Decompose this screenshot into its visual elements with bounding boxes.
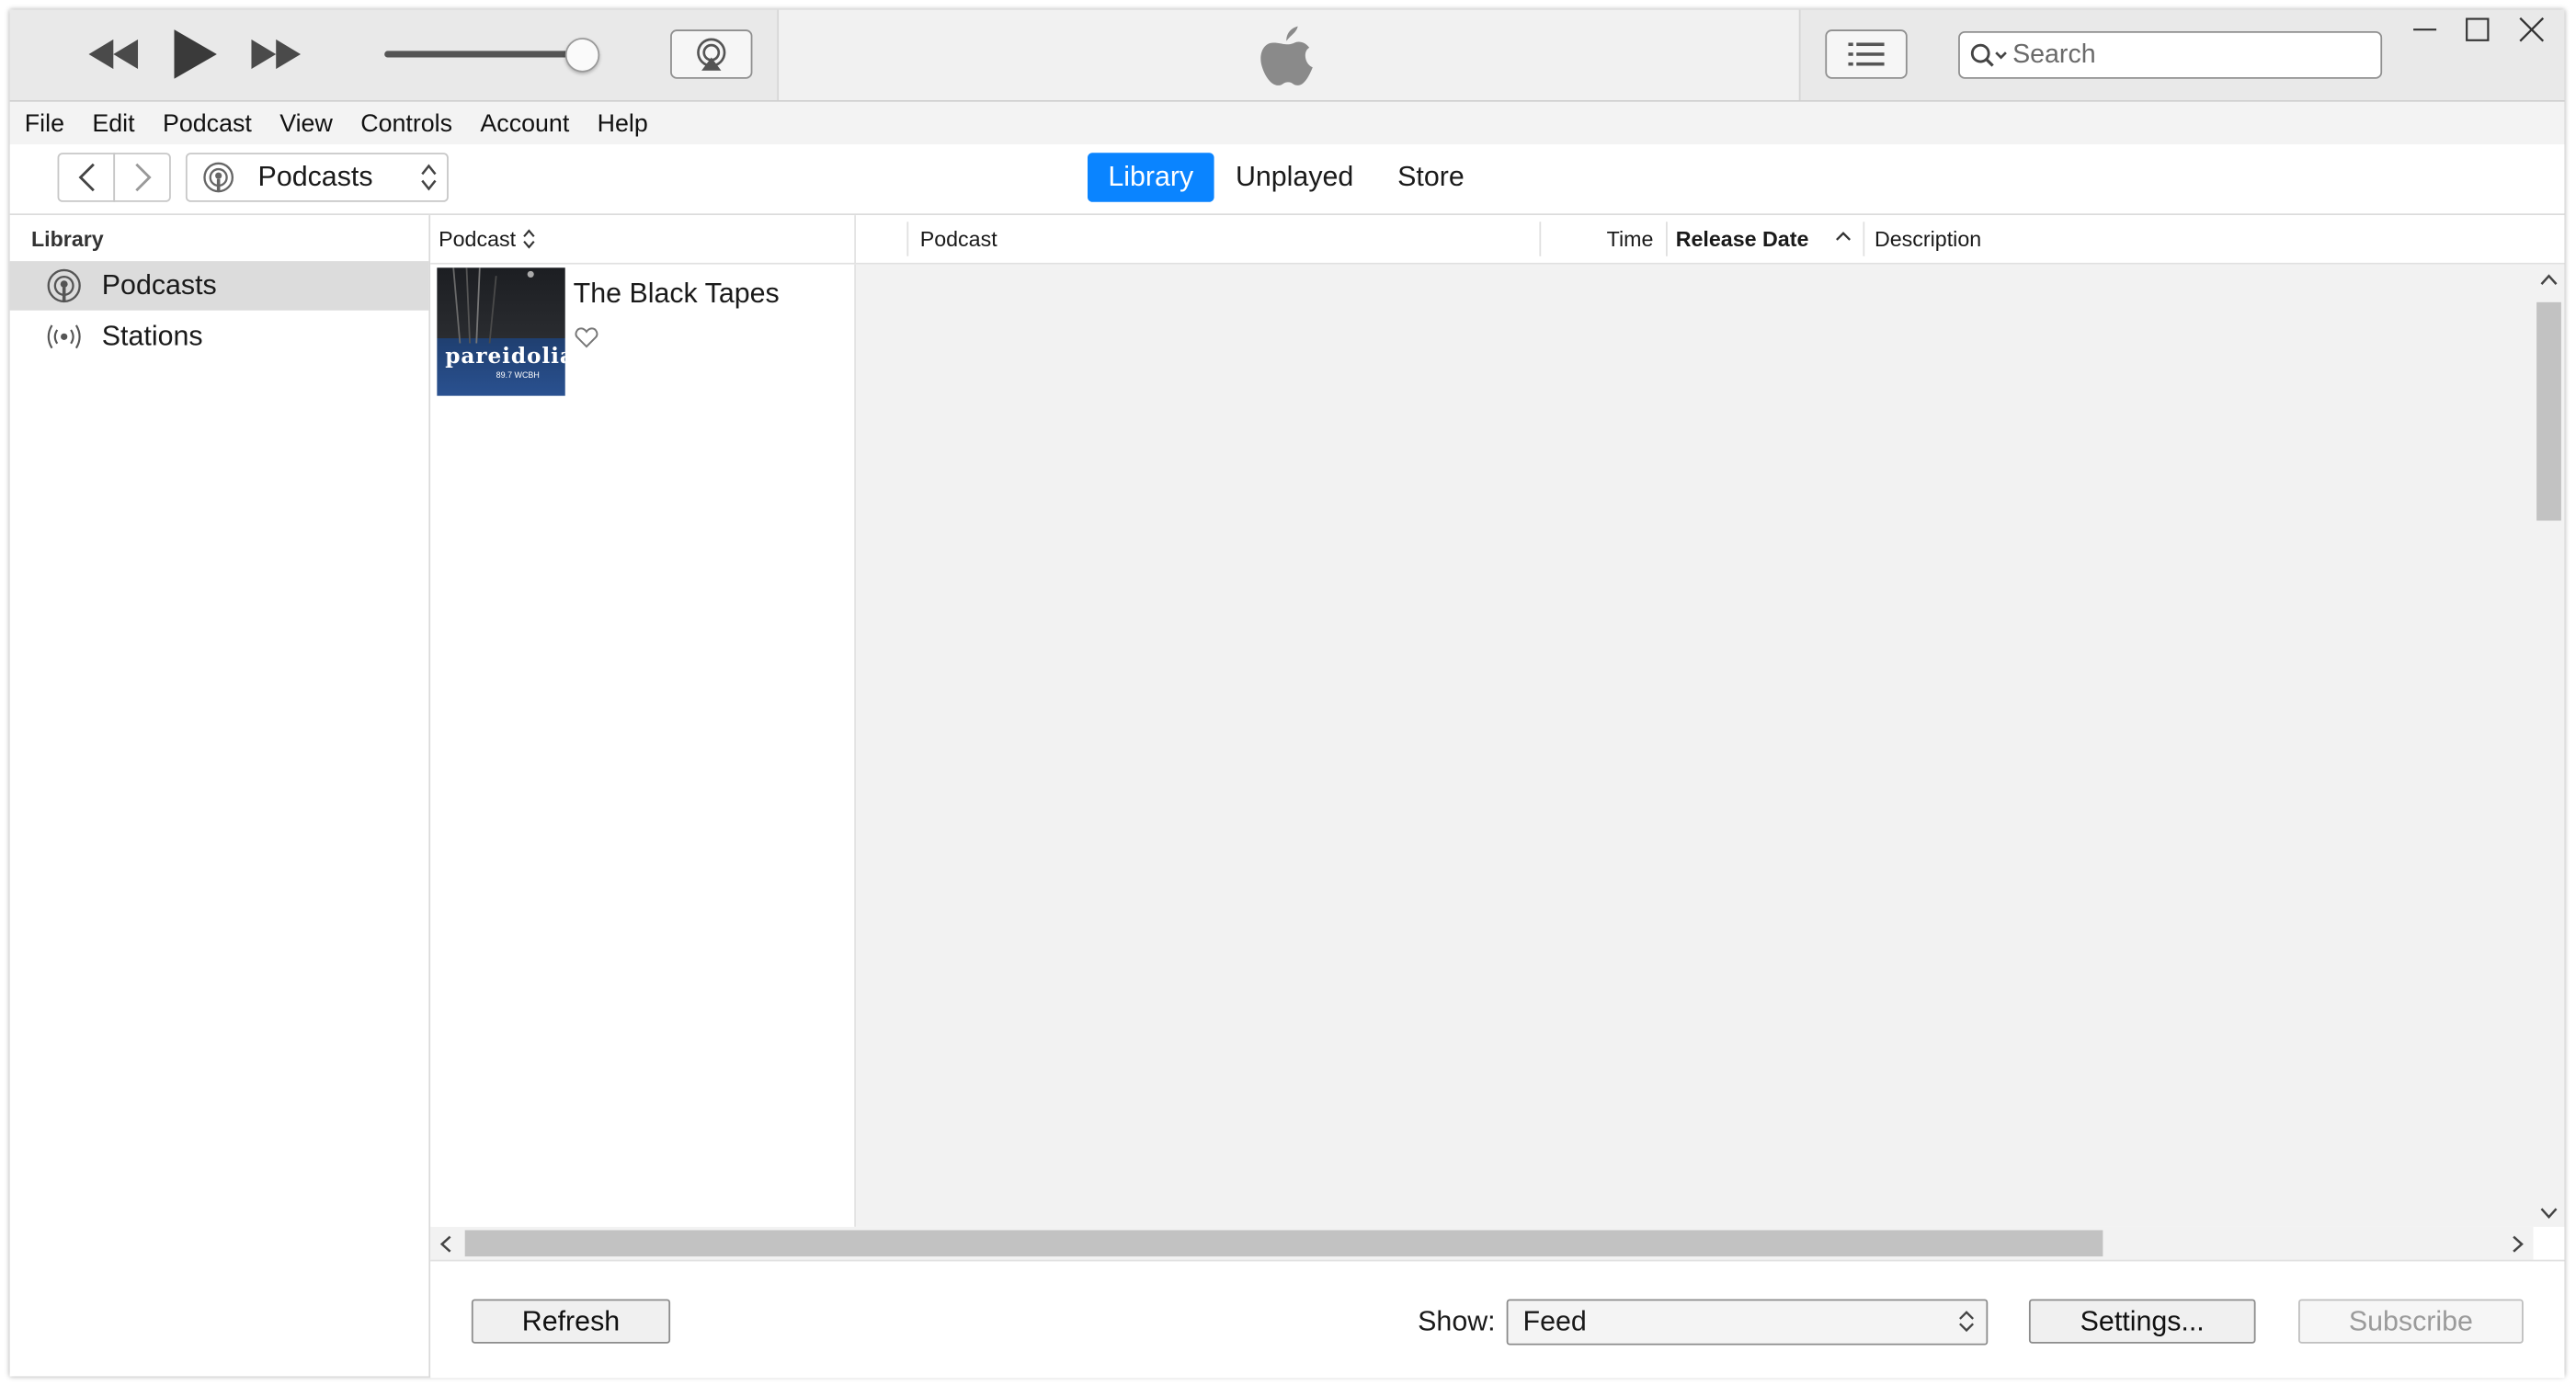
scroll-right-icon[interactable] (2512, 1235, 2525, 1254)
scroll-up-icon[interactable] (2540, 273, 2559, 286)
show-label: Show: (1418, 1305, 1496, 1337)
settings-button[interactable]: Settings... (2028, 1299, 2256, 1344)
column-description[interactable]: Description (1875, 227, 1981, 252)
podcast-artwork: pareidolia 89.7 WCBH (437, 267, 565, 396)
menu-bar: File Edit Podcast View Controls Account … (9, 101, 2565, 145)
menu-edit[interactable]: Edit (92, 109, 134, 137)
up-next-button[interactable] (1825, 29, 1908, 79)
tab-library-label: Library (1108, 161, 1194, 193)
close-icon (2519, 17, 2545, 42)
column-status[interactable] (856, 222, 909, 256)
show-select-value: Feed (1522, 1305, 1587, 1337)
select-updown-icon (1959, 1311, 1974, 1333)
play-button[interactable] (171, 27, 221, 83)
sort-ascending-icon (1836, 232, 1851, 241)
minimize-icon (2413, 28, 2437, 31)
refresh-button[interactable]: Refresh (471, 1299, 671, 1344)
horizontal-scrollbar[interactable] (430, 1226, 2534, 1260)
bottom-toolbar: Refresh Show: Feed Settings... Subscribe (430, 1259, 2565, 1379)
tab-unplayed-label: Unplayed (1235, 161, 1354, 193)
navigation-bar: Podcasts Library Unplayed Store (9, 144, 2565, 216)
search-field[interactable] (1958, 30, 2383, 79)
forward-button[interactable] (113, 153, 171, 202)
artwork-subtitle: 89.7 WCBH (496, 370, 540, 381)
maximize-icon (2466, 17, 2490, 41)
menu-view[interactable]: View (279, 109, 333, 137)
podcast-sort-label: Podcast (439, 226, 517, 252)
back-button[interactable] (57, 153, 116, 202)
column-divider (1863, 222, 1865, 256)
tab-store-label: Store (1397, 161, 1465, 193)
itunes-window: File Edit Podcast View Controls Account … (9, 9, 2565, 1379)
tab-unplayed[interactable]: Unplayed (1229, 153, 1361, 202)
column-podcast[interactable]: Podcast (920, 227, 997, 252)
status-display (777, 9, 1801, 101)
heart-icon[interactable] (575, 327, 598, 348)
chevron-right-icon (134, 163, 151, 192)
search-icon (1970, 42, 2007, 66)
maximize-button[interactable] (2464, 17, 2491, 51)
episode-list (856, 264, 2534, 1227)
media-kind-selector[interactable]: Podcasts (185, 153, 449, 202)
podcast-list-item[interactable]: pareidolia 89.7 WCBH The Black Tapes (430, 265, 854, 403)
menu-podcast[interactable]: Podcast (163, 109, 252, 137)
apple-logo-icon (1260, 26, 1313, 85)
podcast-title: The Black Tapes (573, 278, 780, 309)
tab-store[interactable]: Store (1386, 153, 1475, 202)
horizontal-scroll-thumb[interactable] (464, 1230, 2103, 1257)
podcast-icon (44, 266, 84, 305)
scroll-down-icon[interactable] (2540, 1207, 2559, 1220)
episode-list-header: Podcast Time Release Date Description (856, 215, 2565, 265)
chevron-left-icon (77, 163, 94, 192)
podcast-list-header[interactable]: Podcast (430, 215, 857, 265)
fast-forward-button[interactable] (248, 33, 304, 75)
tab-library[interactable]: Library (1087, 153, 1214, 202)
menu-account[interactable]: Account (480, 109, 569, 137)
airplay-icon (697, 38, 726, 71)
search-input[interactable] (2012, 40, 2342, 70)
sidebar-item-podcasts[interactable]: Podcasts (9, 261, 429, 311)
artwork-scene (452, 267, 534, 344)
artwork-title: pareidolia (445, 345, 565, 370)
airplay-button[interactable] (670, 29, 753, 79)
play-icon (174, 29, 217, 79)
rewind-button[interactable] (85, 33, 142, 75)
column-divider (1666, 222, 1668, 256)
sidebar: Library Podcasts Stations (9, 215, 431, 1377)
media-kind-label: Podcasts (257, 161, 373, 193)
menu-file[interactable]: File (25, 109, 64, 137)
sort-updown-icon (523, 229, 535, 249)
up-next-list-icon (1848, 42, 1885, 66)
volume-slider-track[interactable] (384, 51, 582, 58)
column-divider (1539, 222, 1542, 256)
minimize-button[interactable] (2411, 17, 2438, 51)
show-select[interactable]: Feed (1506, 1299, 1989, 1346)
column-time[interactable]: Time (1607, 227, 1654, 252)
menu-controls[interactable]: Controls (360, 109, 452, 137)
sidebar-heading: Library (30, 226, 104, 252)
rewind-icon (88, 39, 139, 70)
sidebar-item-label: Podcasts (101, 269, 217, 301)
column-release-date[interactable]: Release Date (1676, 227, 1809, 252)
fast-forward-icon (251, 39, 302, 70)
vertical-scrollbar[interactable] (2533, 264, 2565, 1227)
player-toolbar (9, 9, 2565, 102)
volume-slider-knob[interactable] (564, 38, 600, 73)
stepper-updown-icon (421, 164, 437, 191)
scroll-left-icon[interactable] (439, 1235, 451, 1254)
sidebar-item-label: Stations (101, 320, 203, 352)
podcast-icon (203, 162, 234, 193)
vertical-scroll-thumb[interactable] (2536, 301, 2561, 521)
menu-help[interactable]: Help (598, 109, 648, 137)
radio-station-icon (44, 317, 84, 357)
sidebar-item-stations[interactable]: Stations (10, 312, 429, 362)
close-button[interactable] (2518, 17, 2545, 51)
subscribe-button[interactable]: Subscribe (2297, 1299, 2524, 1344)
podcast-list: pareidolia 89.7 WCBH The Black Tapes (430, 264, 857, 1227)
